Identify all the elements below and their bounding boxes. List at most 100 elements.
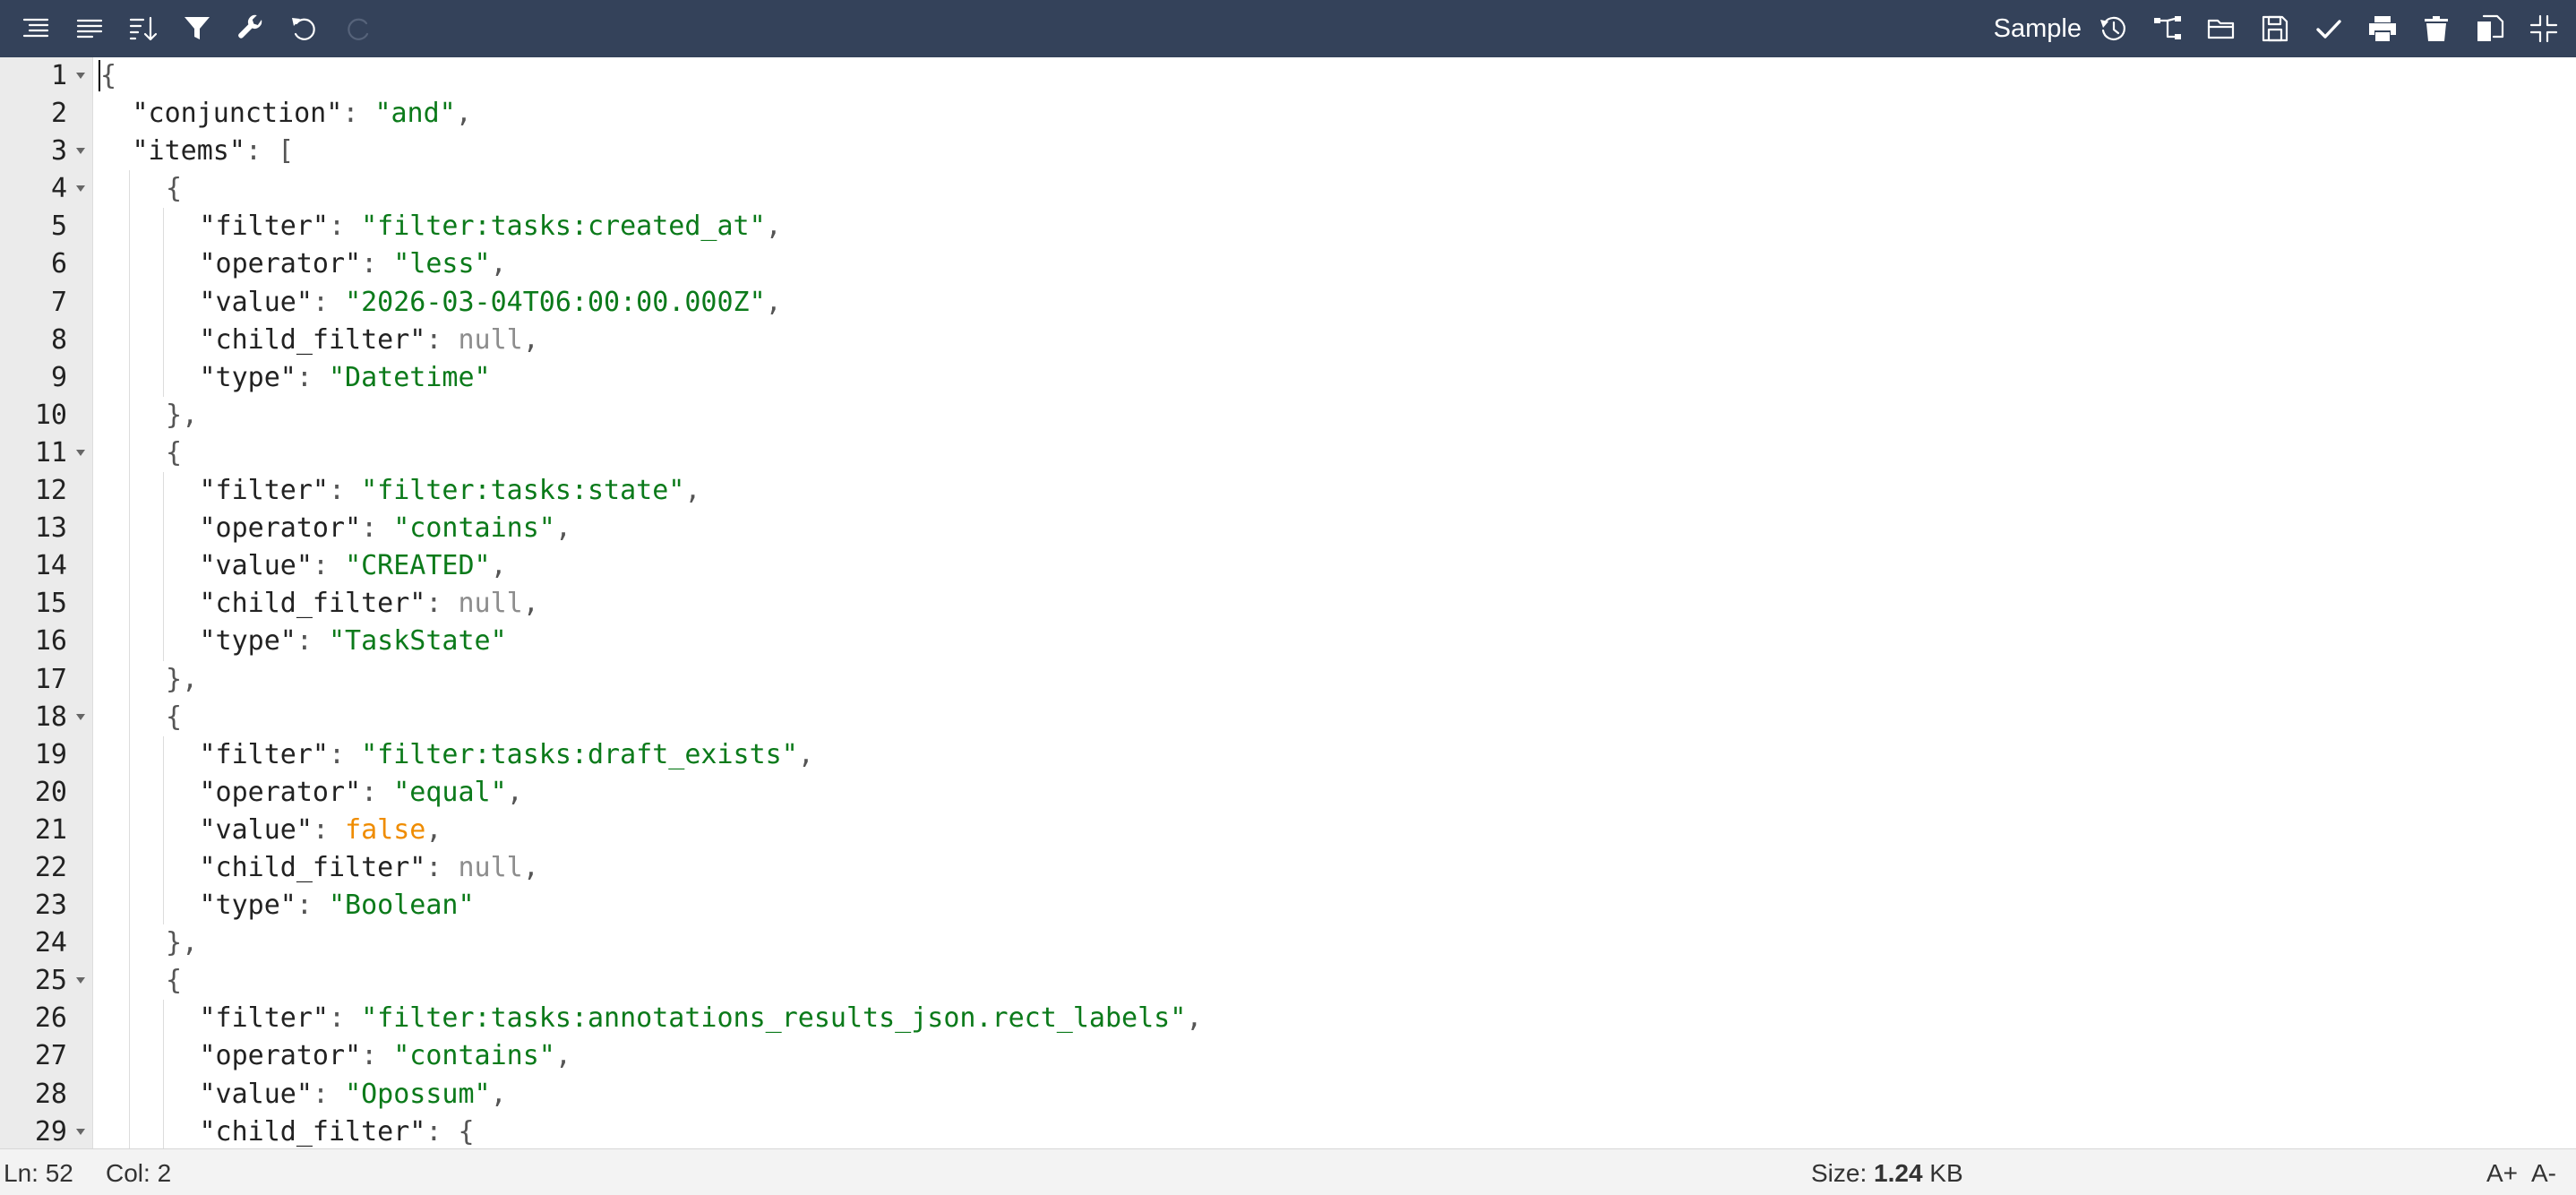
line-number: 24 [34,927,67,959]
code-token-str: "filter:tasks:annotations_results_json.r… [361,1002,1187,1035]
code-token-punc: : [361,512,394,545]
line-number: 15 [34,588,67,620]
code-line[interactable]: "filter": "filter:tasks:draft_exists", [99,735,2576,774]
line-number: 10 [34,399,67,431]
code-token-punc: : [361,1040,394,1072]
redo-button[interactable] [331,0,385,57]
code-token-brace: { [458,1115,475,1148]
code-line[interactable]: "conjunction": "and", [99,95,2576,133]
code-token-key: "filter" [199,211,330,243]
indent-guide [129,358,130,397]
history-button[interactable] [2087,0,2141,57]
code-token-punc: : [361,776,394,808]
code-line[interactable]: "filter": "filter:tasks:state", [99,472,2576,511]
code-line[interactable]: "operator": "equal", [99,773,2576,812]
code-line[interactable]: "value": false, [99,811,2576,849]
gutter-row: 1 [0,57,92,95]
code-line[interactable]: { [99,57,2576,95]
compact-button[interactable] [63,0,116,57]
code-line[interactable]: "operator": "contains", [99,510,2576,548]
code-line[interactable]: }, [99,924,2576,963]
code-line[interactable]: }, [99,396,2576,434]
code-line[interactable]: "filter": "filter:tasks:annotations_resu… [99,1000,2576,1038]
code-token-key: "conjunction" [132,98,343,130]
decrease-font-button[interactable]: A- [2531,1159,2556,1188]
code-line[interactable]: { [99,962,2576,1001]
fold-toggle-icon[interactable] [76,148,85,155]
gutter-row: 16 [0,623,92,660]
code-token-str: "contains" [393,1040,555,1072]
code-line[interactable]: "type": "TaskState" [99,623,2576,661]
indent-guide [163,510,164,548]
code-line[interactable]: "value": "CREATED", [99,547,2576,586]
line-number: 27 [34,1040,67,1072]
code-line[interactable]: "child_filter": null, [99,321,2576,359]
open-button[interactable] [2194,0,2248,57]
code-line[interactable]: "items": [ [99,133,2576,170]
code-line[interactable]: "type": "Boolean" [99,887,2576,925]
copy-button[interactable] [2463,0,2517,57]
sample-button[interactable]: Sample [1994,14,2085,44]
code-line[interactable]: "operator": "less", [99,245,2576,284]
code-line[interactable]: }, [99,660,2576,699]
repair-icon [238,14,262,39]
code-token-str: "contains" [393,512,555,545]
indent-guide [129,887,130,925]
code-line[interactable]: { [99,170,2576,209]
code-editor[interactable]: 1 2 3 4 5 6 7 8 9 10 11 12 13 14 15 16 17 18 19 20 21 22 23 24 2… [0,57,2576,1148]
code-line[interactable]: "type": "Datetime" [99,358,2576,397]
indent-guide [163,245,164,284]
code-line[interactable]: "value": "Opossum", [99,1075,2576,1113]
code-line[interactable]: "child_filter": { [99,1113,2576,1148]
code-line[interactable]: "value": "2026-03-04T06:00:00.000Z", [99,283,2576,322]
transform-button[interactable] [2141,0,2194,57]
code-token-punc: : [361,248,394,280]
indent-guide [129,962,130,1001]
code-token-punc: : [245,135,279,168]
validate-button[interactable] [2302,0,2356,57]
sort-button[interactable] [116,0,170,57]
code-token-punc: , [1186,1002,1203,1035]
indent-guide [129,472,130,511]
fold-toggle-icon[interactable] [76,1128,85,1135]
code-line[interactable]: "filter": "filter:tasks:created_at", [99,208,2576,246]
line-number: 17 [34,663,67,695]
fold-toggle-icon[interactable] [76,977,85,984]
print-button[interactable] [2356,0,2409,57]
fold-toggle-icon[interactable] [76,185,85,193]
collapse-button[interactable] [2517,0,2571,57]
line-number: 12 [34,475,67,507]
code-token-key: "child_filter" [199,323,426,356]
gutter-row: 20 [0,774,92,812]
code-token-punc: : [312,550,346,582]
indent-guide [129,245,130,284]
redo-icon [348,18,369,40]
format-button[interactable] [9,0,63,57]
repair-button[interactable] [224,0,278,57]
code-token-brace: }, [166,927,199,959]
line-number: 26 [34,1002,67,1035]
code-line[interactable]: "child_filter": null, [99,848,2576,888]
undo-button[interactable] [278,0,331,57]
code-token-null: null [458,851,523,883]
code-line[interactable]: "operator": "contains", [99,1037,2576,1076]
indent-guide [163,1113,164,1148]
code-line[interactable]: { [99,434,2576,473]
cursor-column: Col: 2 [106,1159,172,1187]
save-button[interactable] [2248,0,2302,57]
code-line[interactable]: { [99,698,2576,736]
fold-toggle-icon[interactable] [76,73,85,79]
code-token-punc: , [554,1040,571,1072]
code-token-punc: : [329,738,362,770]
code-token-punc: , [455,98,472,130]
delete-button[interactable] [2409,0,2463,57]
fold-toggle-icon[interactable] [76,449,85,456]
filter-button[interactable] [170,0,224,57]
code-token-punc: : [425,323,459,356]
fold-toggle-icon[interactable] [76,713,85,720]
code-area[interactable]: {"conjunction": "and", "items": [{"filter… [99,57,2576,1148]
status-bar: Ln: 52 Col: 2 Size: 1.24 KB A+ A- [0,1148,2576,1195]
code-token-punc: : [425,588,459,620]
code-line[interactable]: "child_filter": null, [99,585,2576,623]
increase-font-button[interactable]: A+ [2486,1159,2518,1188]
